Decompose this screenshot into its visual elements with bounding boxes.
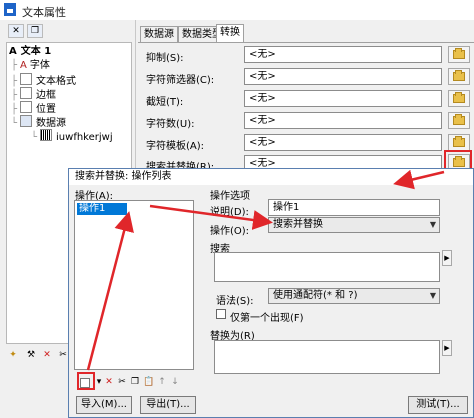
- arrow-to-list: [86, 211, 134, 371]
- annotation-arrows: [86, 169, 445, 371]
- arrow-to-operation: [149, 204, 273, 230]
- arrow-to-dialog: [393, 169, 445, 190]
